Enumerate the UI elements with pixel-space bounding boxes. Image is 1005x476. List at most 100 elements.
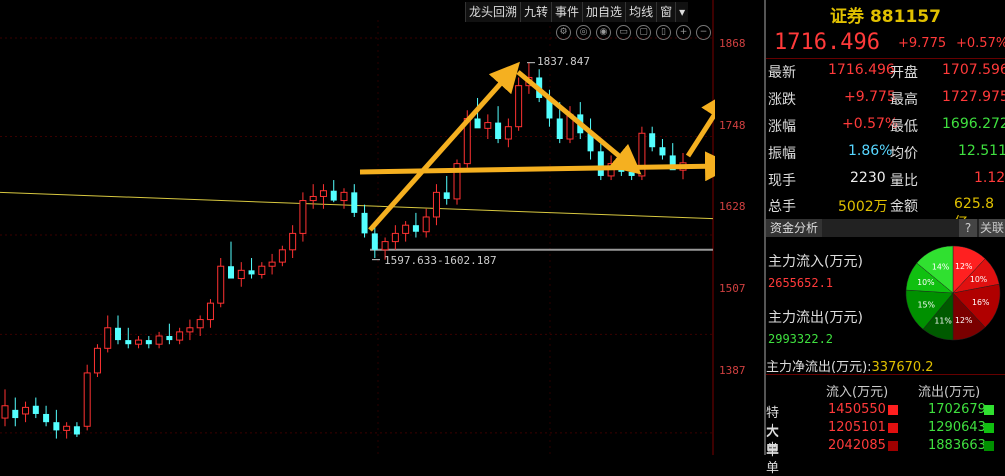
candlestick-chart[interactable]: 1837.847 1597.633-1602.187: [0, 0, 715, 455]
candle-body: [432, 191, 440, 218]
label-latest: 最新: [768, 65, 796, 81]
label-pct: 涨幅: [768, 119, 796, 135]
candle-body: [206, 302, 214, 321]
candle-body: [495, 122, 502, 140]
candle-body: [217, 265, 225, 304]
candle-body: [412, 225, 419, 232]
lock-icon[interactable]: ▢: [636, 25, 651, 40]
candle-body: [12, 409, 19, 419]
row-out: 1883663: [928, 438, 986, 453]
toolbar-nine-turn[interactable]: 九转: [520, 2, 552, 22]
candle-body: [361, 212, 368, 234]
candle-body: [659, 147, 666, 156]
candle-body: [32, 405, 39, 414]
label-avg: 均价: [890, 146, 918, 162]
toolbar-events[interactable]: 事件: [551, 2, 583, 22]
fund-pie-chart: 12%10%16%12%11%15%10%14%: [905, 245, 1001, 341]
value-latest: 1716.496: [828, 62, 895, 78]
eye-icon[interactable]: ◉: [596, 25, 611, 40]
candle-body: [237, 269, 245, 280]
y-tick-label: 1387: [719, 364, 746, 377]
candle-body: [381, 241, 389, 251]
candle-body: [474, 118, 481, 129]
y-tick-label: 1628: [719, 200, 746, 213]
basket-icon[interactable]: ▭: [616, 25, 631, 40]
label-current-volume: 现手: [768, 173, 796, 189]
candle-body: [258, 265, 266, 275]
zoom-out-icon[interactable]: −: [696, 25, 711, 40]
color-swatch: [888, 441, 898, 451]
inflow-value: 2655652.1: [768, 276, 834, 290]
value-change: +9.775: [844, 89, 896, 105]
toolbar-dragon-backtrack[interactable]: 龙头回溯: [465, 2, 521, 22]
label-change: 涨跌: [768, 92, 796, 108]
table-head-in: 流入(万元): [826, 385, 889, 400]
color-swatch: [984, 405, 994, 415]
candle-body: [125, 340, 132, 345]
candle-body: [135, 339, 143, 345]
bookmark-icon[interactable]: ▯: [656, 25, 671, 40]
switch-related-button[interactable]: 关联: [979, 219, 1005, 237]
candle-body: [371, 233, 378, 250]
value-total-volume: 5002万: [838, 199, 888, 215]
divider: [766, 374, 1005, 375]
toolbar-add-watchlist[interactable]: 加自选: [582, 2, 626, 22]
inflow-label: 主力流入(万元): [768, 254, 863, 270]
arrow-annotation: [368, 61, 520, 232]
row-name: 中单: [766, 442, 780, 476]
value-amplitude: 1.86%: [848, 143, 893, 159]
high-annotation: 1837.847: [537, 55, 590, 68]
row-out: 1702679: [928, 402, 986, 417]
quote-panel: 证券 881157 1716.496 +9.775 +0.57% 最新 1716…: [766, 0, 1005, 476]
quote-row: 振幅 1.86% 均价 12.511: [768, 143, 1005, 163]
candle-body: [104, 327, 112, 349]
candle-body: [93, 347, 101, 374]
candle-body: [115, 327, 121, 341]
eye-slash-icon[interactable]: ◎: [576, 25, 591, 40]
candle-body: [155, 335, 163, 345]
tab-fund-analysis[interactable]: 资金分析: [766, 219, 823, 237]
quote-row: 现手 2230 量比 1.12: [768, 170, 1005, 190]
value-volume-ratio: 1.12: [974, 170, 1005, 186]
value-current-volume: 2230: [850, 170, 886, 186]
stock-title: 证券 881157: [830, 7, 941, 27]
candle-body: [504, 126, 512, 140]
color-swatch: [888, 405, 898, 415]
y-tick-label: 1507: [719, 282, 746, 295]
color-swatch: [888, 423, 898, 433]
help-icon[interactable]: ?: [959, 219, 977, 237]
price-change: +9.775: [898, 36, 947, 51]
price-change-pct: +0.57%: [956, 36, 1005, 51]
row-in: 1450550: [828, 402, 886, 417]
candle-body: [340, 191, 348, 202]
label-amount: 金额: [890, 199, 918, 215]
pie-label: 12%: [955, 262, 972, 271]
arrow-annotation: [516, 70, 642, 175]
quote-row: 总手 5002万 金额 625.8亿: [768, 196, 1005, 231]
pie-label: 14%: [932, 263, 949, 272]
row-out: 1290643: [928, 420, 986, 435]
candle-body: [43, 413, 50, 423]
label-amplitude: 振幅: [768, 146, 796, 162]
net-outflow-text: 主力净流出(万元):: [766, 360, 872, 375]
candle-body: [319, 190, 327, 197]
pie-label: 10%: [970, 275, 987, 284]
pie-label: 11%: [934, 316, 951, 325]
toolbar-window[interactable]: 窗: [656, 2, 676, 22]
candle-body: [1, 405, 9, 419]
settings-icon[interactable]: ⚙: [556, 25, 571, 40]
candle-body: [53, 422, 60, 431]
toolbar-more-icon[interactable]: ▾: [675, 2, 689, 22]
candle-body: [228, 266, 234, 279]
quote-row: 涨幅 +0.57% 最低 1696.272: [768, 116, 1005, 136]
arrow-annotation: [359, 151, 715, 182]
candle-body: [73, 426, 80, 435]
toolbar-moving-average[interactable]: 均线: [625, 2, 657, 22]
outflow-value: 2993322.2: [768, 332, 834, 346]
candle-body: [422, 216, 430, 233]
value-avg: 12.511: [958, 143, 1005, 159]
zoom-in-icon[interactable]: +: [676, 25, 691, 40]
value-open: 1707.596: [942, 62, 1005, 78]
candle-body: [484, 122, 492, 129]
row-in: 1205101: [828, 420, 886, 435]
